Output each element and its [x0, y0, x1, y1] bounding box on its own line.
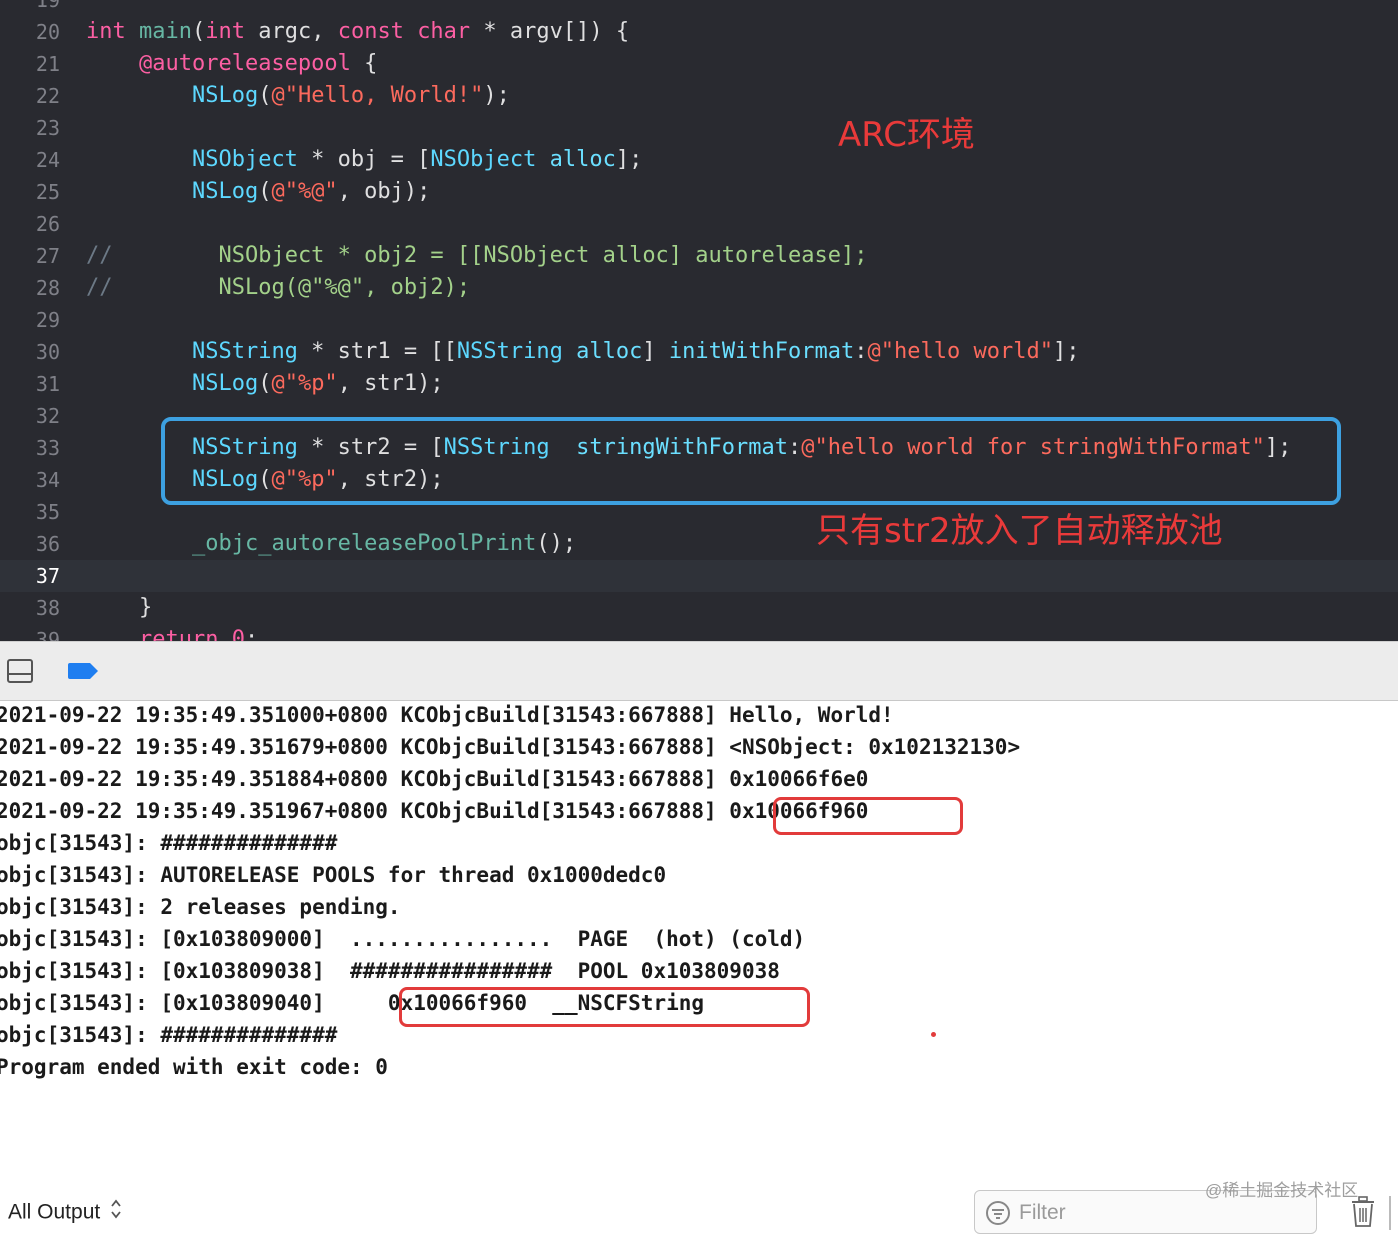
- code-text: // NSLog(@"%@", obj2);: [86, 275, 471, 300]
- line-number: 20: [35, 20, 60, 44]
- watermark: @稀土掘金技术社区: [1205, 1181, 1359, 1200]
- stray-red-dot: [931, 1032, 936, 1037]
- code-line[interactable]: 37: [0, 560, 1398, 592]
- code-text: // NSObject * obj2 = [[NSObject alloc] a…: [86, 243, 868, 268]
- console-line: objc[31543]: ##############: [0, 1023, 338, 1047]
- code-line[interactable]: 19: [0, 0, 1398, 16]
- line-number: 38: [35, 596, 60, 620]
- hide-debug-area-icon[interactable]: [7, 659, 33, 683]
- line-number: 37: [35, 564, 60, 588]
- output-selector-label: All Output: [8, 1200, 101, 1224]
- filter-placeholder: Filter: [1019, 1201, 1066, 1224]
- line-number: 23: [35, 116, 60, 140]
- console-line: objc[31543]: 2 releases pending.: [0, 895, 401, 919]
- code-line[interactable]: 29: [0, 304, 1398, 336]
- code-text: NSObject * obj = [NSObject alloc];: [191, 147, 643, 172]
- line-number: 36: [35, 532, 60, 556]
- console-output[interactable]: 2021-09-22 19:35:49.351000+0800 KCObjcBu…: [0, 701, 1398, 1234]
- code-text: NSLog(@"Hello, World!");: [191, 83, 510, 108]
- output-selector[interactable]: All Output: [8, 1198, 122, 1228]
- code-text: return 0;: [138, 627, 259, 641]
- code-line[interactable]: 31 NSLog(@"%p", str1);: [0, 368, 1398, 400]
- console-line: Program ended with exit code: 0: [0, 1055, 388, 1079]
- code-text: NSString * str1 = [[NSString alloc] init…: [191, 339, 1080, 364]
- code-line[interactable]: 38 }: [0, 592, 1398, 624]
- arc-annotation: ARC环境: [838, 115, 975, 155]
- trash-icon[interactable]: [1350, 1196, 1376, 1232]
- console-line: 2021-09-22 19:35:49.351679+0800 KCObjcBu…: [0, 735, 1021, 759]
- footer-divider: [1389, 1196, 1391, 1230]
- pool-entry-highlight: [399, 987, 810, 1027]
- line-number: 24: [35, 148, 60, 172]
- code-line[interactable]: 24 NSObject * obj = [NSObject alloc];: [0, 144, 1398, 176]
- code-line[interactable]: 20 int main(int argc, const char * argv[]…: [0, 16, 1398, 48]
- line-number: 30: [35, 340, 60, 364]
- line-number: 19: [35, 0, 60, 12]
- line-number: 35: [35, 500, 60, 524]
- line-number: 33: [35, 436, 60, 460]
- line-number: 28: [35, 276, 60, 300]
- line-number: 22: [35, 84, 60, 108]
- console-line: 2021-09-22 19:35:49.351000+0800 KCObjcBu…: [0, 703, 894, 727]
- line-number: 25: [35, 180, 60, 204]
- code-line[interactable]: 25 NSLog(@"%@", obj);: [0, 176, 1398, 208]
- console-line: objc[31543]: [0x103809038] #############…: [0, 959, 780, 983]
- str2-highlight-box: [161, 417, 1341, 505]
- code-line[interactable]: 21 @autoreleasepool {: [0, 48, 1398, 80]
- line-number: 34: [35, 468, 60, 492]
- line-number: 21: [35, 52, 60, 76]
- code-text: int main(int argc, const char * argv[]) …: [86, 19, 630, 44]
- code-line[interactable]: 30 NSString * str1 = [[NSString alloc] i…: [0, 336, 1398, 368]
- line-number: 29: [35, 308, 60, 332]
- console-line: objc[31543]: ##############: [0, 831, 338, 855]
- code-text: NSLog(@"%@", obj);: [191, 179, 431, 204]
- code-line[interactable]: 28 // NSLog(@"%@", obj2);: [0, 272, 1398, 304]
- chevron-updown-icon: [110, 1198, 122, 1228]
- console-line: objc[31543]: [0x103809000] .............…: [0, 927, 806, 951]
- code-text: }: [86, 595, 153, 620]
- debug-toolbar: [0, 641, 1398, 701]
- code-line[interactable]: 22 NSLog(@"Hello, World!");: [0, 80, 1398, 112]
- code-line[interactable]: 26: [0, 208, 1398, 240]
- code-text: NSLog(@"%p", str1);: [191, 371, 444, 396]
- code-line[interactable]: 39 return 0;: [0, 624, 1398, 641]
- console-line: 2021-09-22 19:35:49.351967+0800 KCObjcBu…: [0, 799, 869, 823]
- str2-annotation: 只有str2放入了自动释放池: [816, 511, 1223, 551]
- code-text: @autoreleasepool {: [138, 51, 378, 76]
- code-line[interactable]: 27 // NSObject * obj2 = [[NSObject alloc]…: [0, 240, 1398, 272]
- console-line: objc[31543]: AUTORELEASE POOLS for threa…: [0, 863, 667, 887]
- code-line[interactable]: 23: [0, 112, 1398, 144]
- breakpoints-icon[interactable]: [68, 661, 100, 685]
- line-number: 31: [35, 372, 60, 396]
- line-number: 39: [35, 628, 60, 641]
- line-number: 32: [35, 404, 60, 428]
- code-text: _objc_autoreleasePoolPrint();: [191, 531, 577, 556]
- line-number: 27: [35, 244, 60, 268]
- line-number: 26: [35, 212, 60, 236]
- console-line: 2021-09-22 19:35:49.351884+0800 KCObjcBu…: [0, 767, 869, 791]
- filter-icon: [985, 1200, 1011, 1230]
- str2-address-highlight: [773, 797, 963, 835]
